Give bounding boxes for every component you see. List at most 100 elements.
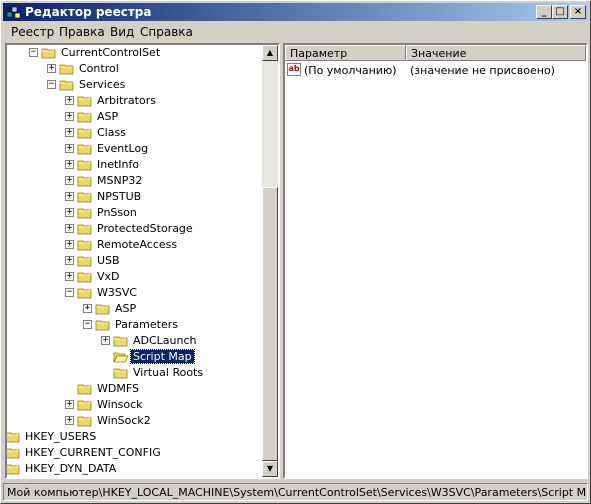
- tree-node-label: WinSock2: [97, 414, 151, 427]
- title-bar[interactable]: Редактор реестра _ □ ×: [3, 3, 588, 21]
- expand-icon[interactable]: +: [65, 400, 74, 409]
- expand-icon[interactable]: +: [65, 272, 74, 281]
- tree-node[interactable]: + ASP: [7, 301, 262, 317]
- tree-node-label: Class: [97, 126, 126, 139]
- tree-node-label: ASP: [115, 302, 137, 315]
- scroll-down-button[interactable]: ▼: [262, 461, 278, 477]
- expand-icon[interactable]: +: [65, 176, 74, 185]
- tree-node[interactable]: + Class: [7, 125, 262, 141]
- folder-icon: [77, 240, 92, 251]
- tree-node[interactable]: WDMFS: [7, 381, 262, 397]
- tree-node[interactable]: + EventLog: [7, 141, 262, 157]
- tree-node-label: Virtual Roots: [133, 366, 204, 379]
- expand-icon[interactable]: +: [47, 64, 56, 73]
- expand-icon[interactable]: +: [65, 128, 74, 137]
- collapse-icon[interactable]: −: [65, 288, 74, 297]
- tree-node-label: Arbitrators: [97, 94, 156, 107]
- tree-node[interactable]: + Arbitrators: [7, 93, 262, 109]
- tree-node-label: HKEY_CURRENT_CONFIG: [25, 446, 161, 459]
- folder-icon: [41, 48, 56, 59]
- scroll-thumb[interactable]: [262, 187, 278, 461]
- folder-icon: [77, 288, 92, 299]
- tree-node[interactable]: + PnSson: [7, 205, 262, 221]
- expand-icon[interactable]: +: [65, 112, 74, 121]
- tree-node[interactable]: Script Map: [7, 349, 262, 365]
- expand-icon[interactable]: +: [65, 192, 74, 201]
- tree-node[interactable]: − Services: [7, 77, 262, 93]
- registry-app-icon: [6, 6, 21, 19]
- tree-node[interactable]: + VxD: [7, 269, 262, 285]
- expand-icon[interactable]: +: [65, 144, 74, 153]
- expand-icon[interactable]: +: [65, 416, 74, 425]
- tree-node-label: ProtectedStorage: [97, 222, 193, 235]
- expand-icon[interactable]: +: [65, 96, 74, 105]
- tree-node-label: W3SVC: [97, 286, 138, 299]
- tree-node-label: WDMFS: [97, 382, 139, 395]
- registry-tree[interactable]: − CurrentControlSet + Control − Services + Arbi…: [5, 43, 280, 479]
- tree-node-label: NPSTUB: [97, 190, 142, 203]
- value-name: (По умолчанию): [304, 64, 397, 77]
- tree-node[interactable]: + ASP: [7, 109, 262, 125]
- folder-icon: [77, 176, 92, 187]
- tree-node-label: RemoteAccess: [97, 238, 178, 251]
- tree-node-label: Script Map: [130, 349, 195, 364]
- menu-help[interactable]: Справка: [140, 25, 193, 39]
- minimize-button[interactable]: _: [536, 5, 552, 19]
- menu-view[interactable]: Вид: [110, 25, 134, 39]
- collapse-icon[interactable]: −: [83, 320, 92, 329]
- tree-node-label: InetInfo: [97, 158, 140, 171]
- collapse-icon[interactable]: −: [29, 48, 38, 57]
- tree-node[interactable]: + MSNP32: [7, 173, 262, 189]
- tree-node[interactable]: + ProtectedStorage: [7, 221, 262, 237]
- expand-icon[interactable]: +: [101, 336, 110, 345]
- string-value-icon: ab: [287, 63, 301, 76]
- folder-icon: [59, 80, 74, 91]
- folder-icon: [77, 128, 92, 139]
- tree-node[interactable]: − CurrentControlSet: [7, 45, 262, 61]
- tree-node-label: Control: [79, 62, 119, 75]
- values-list[interactable]: Параметр Значение ab (По умолчанию) (зна…: [283, 43, 588, 479]
- menu-registry[interactable]: Реестр: [11, 25, 54, 39]
- tree-node[interactable]: + RemoteAccess: [7, 237, 262, 253]
- tree-node[interactable]: − W3SVC: [7, 285, 262, 301]
- tree-node[interactable]: + Winsock: [7, 397, 262, 413]
- expand-icon[interactable]: +: [65, 256, 74, 265]
- tree-node-label: ASP: [97, 110, 119, 123]
- folder-icon: [77, 192, 92, 203]
- expand-icon[interactable]: +: [83, 304, 92, 313]
- tree-node[interactable]: + Control: [7, 61, 262, 77]
- tree-node[interactable]: − Parameters: [7, 317, 262, 333]
- collapse-icon[interactable]: −: [47, 80, 56, 89]
- tree-node-label: PnSson: [97, 206, 137, 219]
- folder-icon: [7, 432, 20, 443]
- expand-icon[interactable]: +: [65, 160, 74, 169]
- column-header-value[interactable]: Значение: [406, 45, 586, 61]
- tree-node[interactable]: Virtual Roots: [7, 365, 262, 381]
- window-title: Редактор реестра: [25, 5, 152, 19]
- column-header-name[interactable]: Параметр: [285, 45, 406, 61]
- expand-icon[interactable]: +: [65, 224, 74, 233]
- scroll-up-button[interactable]: ▲: [262, 45, 278, 61]
- tree-node[interactable]: + USB: [7, 253, 262, 269]
- folder-icon: [95, 304, 110, 315]
- tree-node[interactable]: + InetInfo: [7, 157, 262, 173]
- tree-node[interactable]: +HKEY_DYN_DATA: [7, 461, 262, 477]
- folder-icon: [7, 448, 20, 459]
- tree-vertical-scrollbar[interactable]: ▲ ▼: [262, 45, 278, 477]
- tree-node[interactable]: +HKEY_USERS: [7, 429, 262, 445]
- menu-edit[interactable]: Правка: [59, 25, 105, 39]
- tree-node-label: Parameters: [115, 318, 178, 331]
- close-button[interactable]: ×: [570, 5, 586, 19]
- tree-node[interactable]: + ADCLaunch: [7, 333, 262, 349]
- tree-node-label: CurrentControlSet: [61, 46, 161, 59]
- folder-icon: [113, 368, 128, 379]
- folder-icon: [7, 464, 20, 475]
- maximize-button[interactable]: □: [552, 5, 568, 19]
- value-row[interactable]: ab (По умолчанию) (значение не присвоено…: [285, 62, 585, 78]
- tree-node[interactable]: + NPSTUB: [7, 189, 262, 205]
- expand-icon[interactable]: +: [65, 208, 74, 217]
- expand-icon[interactable]: +: [65, 240, 74, 249]
- folder-icon: [77, 208, 92, 219]
- tree-node[interactable]: +HKEY_CURRENT_CONFIG: [7, 445, 262, 461]
- tree-node[interactable]: + WinSock2: [7, 413, 262, 429]
